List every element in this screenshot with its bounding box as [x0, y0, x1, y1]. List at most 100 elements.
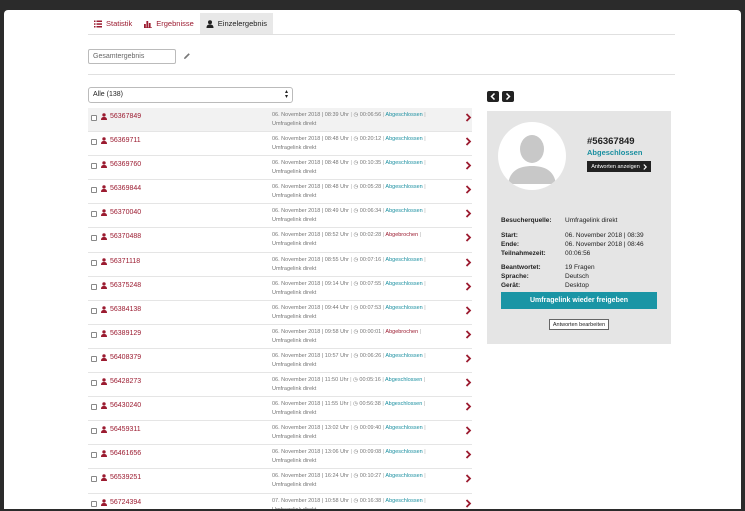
- chevron-right-icon[interactable]: [465, 185, 472, 194]
- chevron-right-icon[interactable]: [465, 209, 472, 219]
- row-checkbox[interactable]: [91, 259, 97, 266]
- row-date: 06. November 2018 | 09:58 Uhr: [272, 328, 349, 335]
- participant-link[interactable]: 56369844: [101, 185, 141, 193]
- row-checkbox[interactable]: [91, 404, 97, 411]
- chevron-right-icon[interactable]: [465, 474, 472, 484]
- participant-link[interactable]: 56367849: [101, 113, 141, 120]
- row-date: 06. November 2018 | 09:14 Uhr: [272, 280, 349, 287]
- chevron-right-icon[interactable]: [465, 378, 472, 387]
- chevron-right-icon[interactable]: [465, 330, 472, 339]
- participant-link[interactable]: 56369760: [101, 161, 141, 169]
- participant-link[interactable]: 56539251: [101, 474, 141, 482]
- result-filter-input[interactable]: Gesamtergebnis: [88, 49, 176, 64]
- next-button[interactable]: [502, 91, 514, 102]
- show-answers-button[interactable]: Antworten anzeigen: [587, 161, 651, 172]
- duration-label: Teilnahmezeit:: [501, 250, 546, 257]
- table-row[interactable]: 56389129 06. November 2018 | 09:58 Uhr | …: [88, 325, 472, 349]
- table-row[interactable]: 56369844 06. November 2018 | 08:48 Uhr | …: [88, 180, 472, 205]
- table-row[interactable]: 56428273 06. November 2018 | 11:50 Uhr | …: [88, 373, 472, 398]
- row-status: Abgeschlossen: [385, 136, 423, 143]
- row-date: 06. November 2018 | 08:48 Uhr: [272, 136, 349, 143]
- row-checkbox[interactable]: [91, 355, 97, 362]
- clock-icon: ◷: [353, 280, 359, 287]
- participant-link[interactable]: 56370040: [101, 209, 141, 217]
- chevron-right-icon[interactable]: [465, 161, 472, 170]
- participant-link[interactable]: 56430240: [101, 402, 141, 410]
- clock-icon: ◷: [353, 497, 359, 504]
- row-checkbox[interactable]: [91, 187, 97, 194]
- chevron-right-icon[interactable]: [465, 137, 472, 146]
- table-row[interactable]: 56369760 06. November 2018 | 08:48 Uhr | …: [88, 156, 472, 181]
- table-row[interactable]: 56375248 06. November 2018 | 09:14 Uhr | …: [88, 277, 472, 301]
- table-row[interactable]: 56408379 06. November 2018 | 10:57 Uhr | …: [88, 349, 472, 374]
- participant-link[interactable]: 56371118: [101, 258, 140, 265]
- chevron-right-icon[interactable]: [465, 450, 472, 459]
- chevron-right-icon[interactable]: [465, 233, 472, 243]
- participant-id: 56367849: [110, 113, 142, 120]
- chevron-right-icon[interactable]: [465, 306, 472, 315]
- user-icon: [101, 450, 107, 458]
- chevron-right-icon[interactable]: [465, 113, 472, 122]
- participant-link[interactable]: 56375248: [101, 282, 141, 289]
- tab-einzelergebnis[interactable]: Einzelergebnis: [199, 13, 273, 34]
- chevron-right-icon[interactable]: [465, 402, 472, 411]
- separator: |: [422, 256, 426, 263]
- chevron-right-icon[interactable]: [465, 426, 472, 435]
- pencil-icon[interactable]: [183, 52, 191, 60]
- participant-link[interactable]: 56461656: [101, 450, 141, 458]
- table-row[interactable]: 56369711 06. November 2018 | 08:48 Uhr | …: [88, 132, 472, 157]
- participant-link[interactable]: 56370488: [101, 233, 141, 241]
- table-row[interactable]: 56371118 06. November 2018 | 08:55 Uhr | …: [88, 253, 472, 277]
- row-checkbox[interactable]: [91, 307, 97, 314]
- table-row[interactable]: 56459311 06. November 2018 | 13:02 Uhr | …: [88, 421, 472, 446]
- row-duration: 00:07:16: [359, 256, 382, 263]
- participant-link[interactable]: 56459311: [101, 426, 141, 434]
- table-row[interactable]: 56370040 06. November 2018 | 08:49 Uhr | …: [88, 204, 472, 229]
- chevron-right-icon[interactable]: [465, 257, 472, 267]
- participant-filter-select[interactable]: Alle (138) ▴ ▾: [88, 87, 293, 103]
- table-row[interactable]: 56384138 06. November 2018 | 09:44 Uhr | …: [88, 301, 472, 325]
- tab-statistik[interactable]: Statistik: [88, 13, 138, 34]
- row-checkbox[interactable]: [91, 211, 97, 218]
- edit-answers-button[interactable]: Antworten bearbeiten: [549, 319, 609, 330]
- tab-ergebnisse[interactable]: Ergebnisse: [138, 13, 200, 34]
- table-row[interactable]: 56367849 06. November 2018 | 08:39 Uhr | …: [88, 108, 472, 133]
- table-row[interactable]: 56370488 06. November 2018 | 08:52 Uhr | …: [88, 228, 472, 253]
- separator: |: [422, 184, 426, 191]
- row-checkbox[interactable]: [91, 452, 97, 459]
- participant-link[interactable]: 56724394: [101, 499, 141, 506]
- chevron-right-icon[interactable]: [465, 498, 472, 508]
- row-checkbox[interactable]: [91, 235, 97, 242]
- table-row[interactable]: 56539251 06. November 2018 | 16:24 Uhr | …: [88, 469, 472, 494]
- row-checkbox[interactable]: [91, 500, 97, 507]
- participant-link[interactable]: 56408379: [101, 354, 141, 361]
- row-checkbox[interactable]: [91, 115, 97, 121]
- chevron-right-icon[interactable]: [465, 354, 472, 363]
- row-checkbox[interactable]: [91, 139, 97, 146]
- answered-value: 19 Fragen: [565, 264, 595, 271]
- row-duration: 00:09:08: [359, 449, 382, 456]
- start-value: 06. November 2018 | 08:39: [565, 232, 644, 239]
- clock-icon: ◷: [353, 401, 358, 408]
- participant-link[interactable]: 56384138: [101, 306, 141, 313]
- participant-link[interactable]: 56389129: [101, 330, 141, 337]
- row-checkbox[interactable]: [91, 380, 97, 387]
- chevron-right-icon[interactable]: [465, 282, 472, 291]
- separator: |: [422, 304, 426, 311]
- row-checkbox[interactable]: [91, 476, 97, 483]
- previous-button[interactable]: [487, 91, 499, 102]
- row-checkbox[interactable]: [91, 428, 97, 435]
- participant-link[interactable]: 56369711: [101, 137, 141, 145]
- row-checkbox[interactable]: [91, 163, 97, 170]
- row-checkbox[interactable]: [91, 331, 97, 338]
- row-checkbox[interactable]: [91, 283, 97, 290]
- participant-link[interactable]: 56428273: [101, 378, 141, 386]
- separator: |: [418, 232, 422, 239]
- row-date: 06. November 2018 | 13:02 Uhr: [272, 425, 349, 432]
- divider: [88, 74, 675, 75]
- table-row[interactable]: 56724394 07. November 2018 | 10:58 Uhr | …: [88, 494, 472, 509]
- release-link-button[interactable]: Umfragelink wieder freigeben: [501, 292, 657, 309]
- table-row[interactable]: 56430240 06. November 2018 | 11:55 Uhr | …: [88, 397, 472, 422]
- table-row[interactable]: 56461656 06. November 2018 | 13:06 Uhr | …: [88, 445, 472, 470]
- row-status: Abgeschlossen: [385, 377, 423, 384]
